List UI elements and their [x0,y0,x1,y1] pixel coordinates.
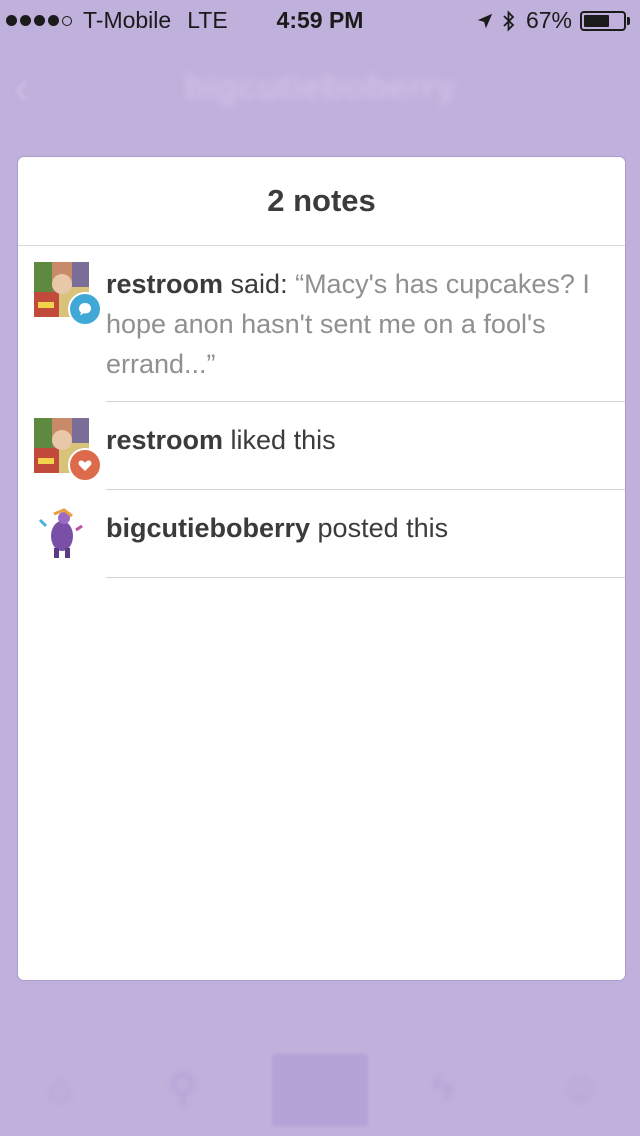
note-action: posted this [310,513,449,543]
note-item[interactable]: restroom liked this [18,402,625,490]
note-username[interactable]: restroom [106,425,223,455]
avatar[interactable] [34,506,89,561]
note-text: restroom said: “Macy's has cupcakes? I h… [106,264,625,384]
status-bar: T-Mobile LTE 4:59 PM 67% [0,0,640,40]
avatar[interactable] [34,262,102,326]
notes-panel: 2 notes restroom said: “Macy's has cupca… [18,157,625,980]
home-icon[interactable]: ⌂ [48,1066,72,1111]
nav-bar: ‹ bigcutieboberry [0,40,640,128]
nav-title: bigcutieboberry [183,66,457,107]
notes-title: 2 notes [18,157,625,246]
compose-button[interactable] [272,1054,368,1126]
activity-icon[interactable]: ϟ [432,1066,453,1111]
search-icon[interactable]: ⚲ [168,1066,197,1112]
battery-icon [580,10,626,31]
note-item[interactable]: bigcutieboberry posted this [18,490,625,578]
tab-bar: ⌂ ⚲ ϟ ☺ [0,1048,640,1136]
note-username[interactable]: restroom [106,269,223,299]
account-icon[interactable]: ☺ [560,1066,601,1111]
avatar[interactable] [34,418,102,482]
battery-percent: 67% [525,7,572,33]
note-username[interactable]: bigcutieboberry [106,513,310,543]
note-text: bigcutieboberry posted this [106,508,625,548]
note-text: restroom liked this [106,420,625,460]
heart-icon [68,448,102,482]
note-action: said: [223,269,296,299]
bluetooth-icon [503,9,515,32]
note-item[interactable]: restroom said: “Macy's has cupcakes? I h… [18,246,625,402]
note-action: liked this [223,425,336,455]
location-arrow-icon [477,13,493,28]
reply-bubble-icon [68,292,102,326]
